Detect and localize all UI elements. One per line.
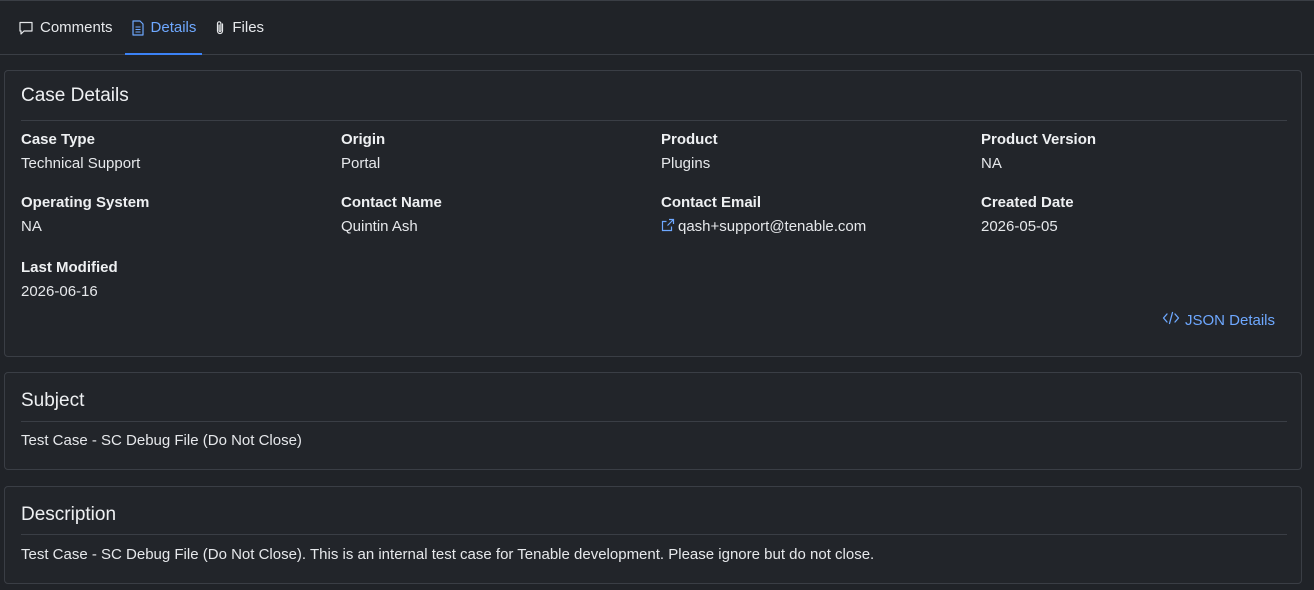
tab-bar: Comments Details Files	[0, 1, 1314, 55]
field-value: Technical Support	[21, 155, 141, 172]
tab-label: Files	[232, 19, 265, 36]
external-link-icon	[661, 218, 675, 237]
case-details-card: Case Details Case Type Technical Support…	[4, 70, 1302, 357]
field-last-modified: Last Modified 2026-06-16	[21, 259, 321, 301]
tab-label: Comments	[40, 19, 113, 36]
divider	[21, 421, 1287, 422]
field-product: Product Plugins	[661, 131, 961, 173]
field-product-version: Product Version NA	[981, 131, 1281, 173]
field-operating-system: Operating System NA	[21, 194, 321, 236]
field-label: Operating System	[21, 194, 150, 211]
field-label: Product	[661, 131, 718, 148]
subject-card: Subject Test Case - SC Debug File (Do No…	[4, 372, 1302, 470]
field-label: Contact Email	[661, 194, 762, 211]
paperclip-icon	[214, 20, 226, 36]
field-value: Portal	[341, 155, 381, 172]
code-icon	[1162, 311, 1180, 329]
field-value: Plugins	[661, 155, 711, 172]
field-value: 2026-05-05	[981, 218, 1058, 235]
field-origin: Origin Portal	[341, 131, 641, 173]
field-label: Created Date	[981, 194, 1074, 211]
field-label: Product Version	[981, 131, 1097, 148]
tab-label: Details	[150, 19, 197, 36]
tab-details[interactable]: Details	[124, 1, 203, 55]
field-label: Contact Name	[341, 194, 442, 211]
comment-icon	[18, 20, 34, 36]
field-label: Last Modified	[21, 259, 118, 276]
divider	[21, 534, 1287, 535]
field-case-type: Case Type Technical Support	[21, 131, 321, 173]
field-contact-email: Contact Email qash+support@tenable.com	[661, 194, 961, 236]
card-title: Subject	[21, 390, 85, 411]
field-created-date: Created Date 2026-05-05	[981, 194, 1281, 236]
contact-email-link[interactable]: qash+support@tenable.com	[661, 218, 961, 236]
divider	[21, 120, 1287, 121]
field-value: NA	[21, 218, 42, 235]
field-label: Case Type	[21, 131, 95, 148]
json-details-label: JSON Details	[1184, 311, 1275, 329]
tab-comments[interactable]: Comments	[12, 1, 119, 54]
subject-text: Test Case - SC Debug File (Do Not Close)	[21, 432, 302, 449]
card-title: Case Details	[21, 85, 129, 106]
field-value: NA	[981, 155, 1002, 172]
tab-files[interactable]: Files	[208, 1, 270, 54]
description-card: Description Test Case - SC Debug File (D…	[4, 486, 1302, 584]
field-value: 2026-06-16	[21, 283, 98, 300]
field-contact-name: Contact Name Quintin Ash	[341, 194, 641, 236]
json-details-link[interactable]: JSON Details	[1162, 311, 1275, 329]
document-icon	[131, 19, 145, 36]
field-label: Origin	[341, 131, 386, 148]
field-value: Quintin Ash	[341, 218, 418, 235]
contact-email-text: qash+support@tenable.com	[678, 218, 867, 235]
description-text: Test Case - SC Debug File (Do Not Close)…	[21, 546, 875, 563]
card-title: Description	[21, 504, 117, 525]
